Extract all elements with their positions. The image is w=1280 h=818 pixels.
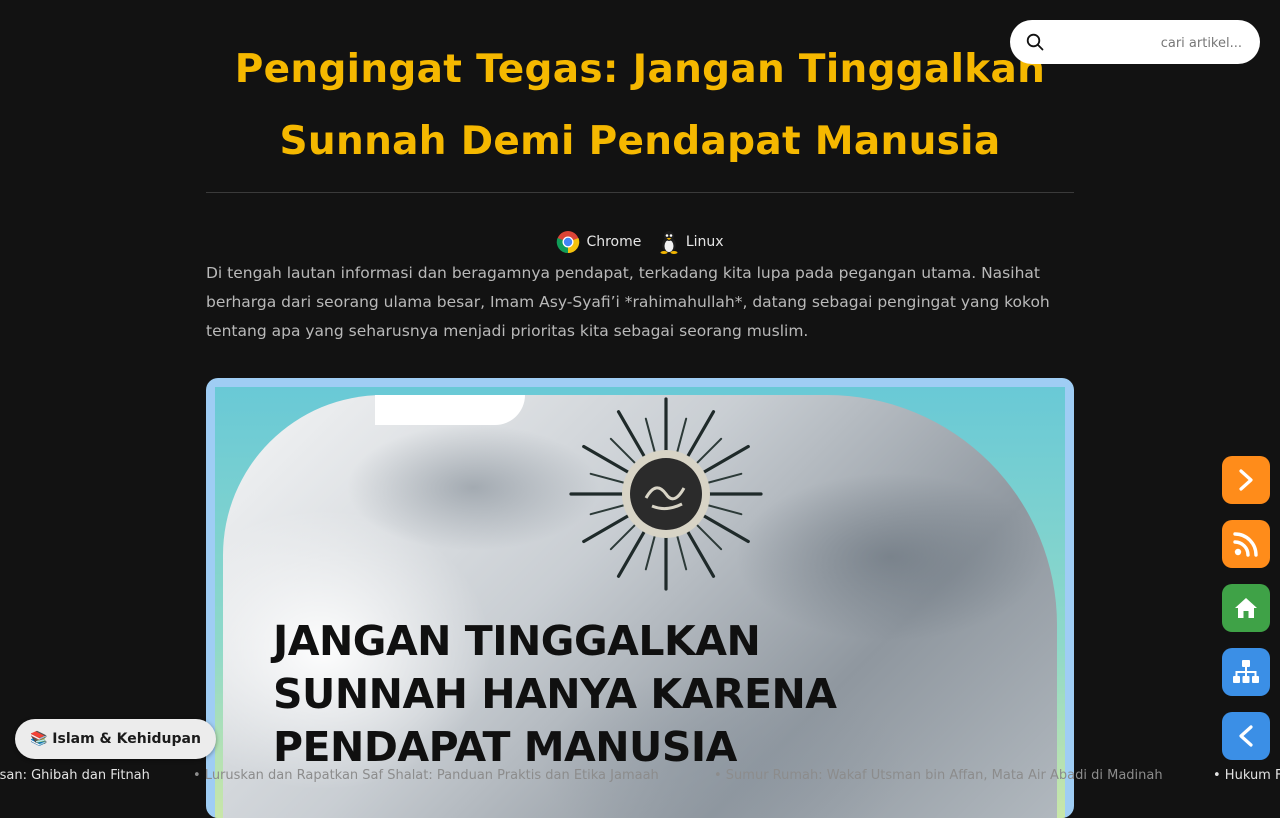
article-title-line2: Sunnah Demi Pendapat Manusia [279, 119, 1001, 164]
article-title-line1: Pengingat Tegas: Jangan Tinggalkan [234, 47, 1046, 92]
article-intro: Di tengah lautan informasi dan beragamny… [206, 264, 1050, 340]
search-box[interactable] [1010, 20, 1260, 64]
image-frame: JANGAN TINGGALKAN SUNNAH HANYA KARENA PE… [215, 387, 1065, 818]
poster-notch [375, 395, 525, 425]
category-badge[interactable]: 📚 Islam & Kehidupan [15, 719, 216, 759]
os-name: Linux [685, 234, 724, 250]
chevron-right-icon [1239, 469, 1253, 491]
back-button[interactable] [1222, 712, 1270, 760]
rss-icon [1233, 532, 1258, 557]
ticker-item[interactable]: • Luruskan dan Rapatkan Saf Shalat: Pand… [193, 768, 659, 783]
rss-button[interactable] [1222, 520, 1270, 568]
os-info: Linux [658, 230, 724, 254]
home-icon [1235, 598, 1257, 618]
muhammadiyah-emblem-icon [569, 397, 763, 591]
browser-name: Chrome [586, 234, 642, 250]
featured-image: JANGAN TINGGALKAN SUNNAH HANYA KARENA PE… [206, 378, 1074, 818]
ticker-item[interactable]: • Sumur Rumah: Wakaf Utsman bin Affan, M… [714, 768, 1163, 783]
sitemap-button[interactable] [1222, 648, 1270, 696]
ticker-item[interactable]: isan: Ghibah dan Fitnah [0, 768, 150, 783]
news-ticker: isan: Ghibah dan Fitnah • Luruskan dan R… [0, 766, 1280, 788]
search-input[interactable] [1054, 30, 1244, 56]
article-title: Pengingat Tegas: Jangan Tinggalkan Sunna… [206, 34, 1074, 178]
next-button[interactable] [1222, 456, 1270, 504]
poster-line-1: JANGAN TINGGALKAN [273, 617, 761, 665]
ticker-item[interactable]: • Hukum F [1213, 768, 1280, 783]
chevron-left-icon [1239, 725, 1253, 747]
browser-info: Chrome [556, 230, 641, 254]
visitor-meta: Chrome Linux [0, 230, 1280, 258]
poster-headline: JANGAN TINGGALKAN SUNNAH HANYA KARENA PE… [273, 615, 837, 774]
title-divider [206, 192, 1074, 193]
linux-tux-icon [660, 231, 678, 254]
sitemap-icon [1233, 660, 1259, 683]
chrome-icon [557, 231, 580, 254]
home-button[interactable] [1222, 584, 1270, 632]
search-icon[interactable] [1026, 33, 1044, 51]
poster-line-2: SUNNAH HANYA KARENA [273, 670, 837, 718]
